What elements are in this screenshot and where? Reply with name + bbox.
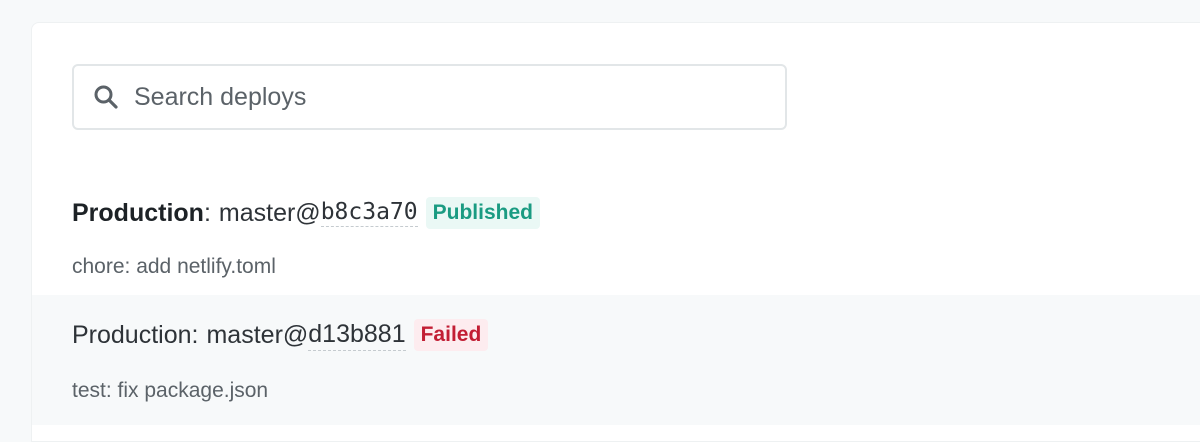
at-separator: @	[295, 198, 321, 227]
colon-separator: :	[191, 320, 199, 349]
deploy-context: Production	[72, 320, 192, 349]
search-box[interactable]	[72, 64, 787, 130]
commit-sha-link[interactable]: b8c3a70	[320, 199, 418, 227]
deploy-title: Production: master @ b8c3a70 Published	[72, 197, 540, 229]
status-badge: Failed	[413, 319, 489, 351]
status-badge: Published	[425, 197, 540, 229]
deploy-branch: master	[206, 320, 283, 349]
deploy-branch: master	[218, 198, 296, 227]
search-input[interactable]	[134, 77, 754, 117]
deploy-context: Production	[72, 198, 204, 227]
colon-separator: :	[203, 198, 211, 227]
deploy-title: Production: master @ d13b881 Failed	[72, 319, 489, 351]
search-icon	[92, 83, 120, 111]
commit-sha-link[interactable]: d13b881	[308, 320, 406, 351]
at-separator: @	[282, 320, 309, 349]
commit-message: test: fix package.json	[72, 379, 269, 402]
deploy-list-item[interactable]: Production: master @ d13b881 Failed test: …	[32, 295, 1200, 425]
commit-message: chore: add netlify.toml	[72, 255, 276, 278]
deploys-card: Production: master@b8c3a70 Published cho…	[31, 22, 1200, 442]
deploy-list-item[interactable]: Production: master @ b8c3a70 Published cho…	[32, 173, 1200, 295]
